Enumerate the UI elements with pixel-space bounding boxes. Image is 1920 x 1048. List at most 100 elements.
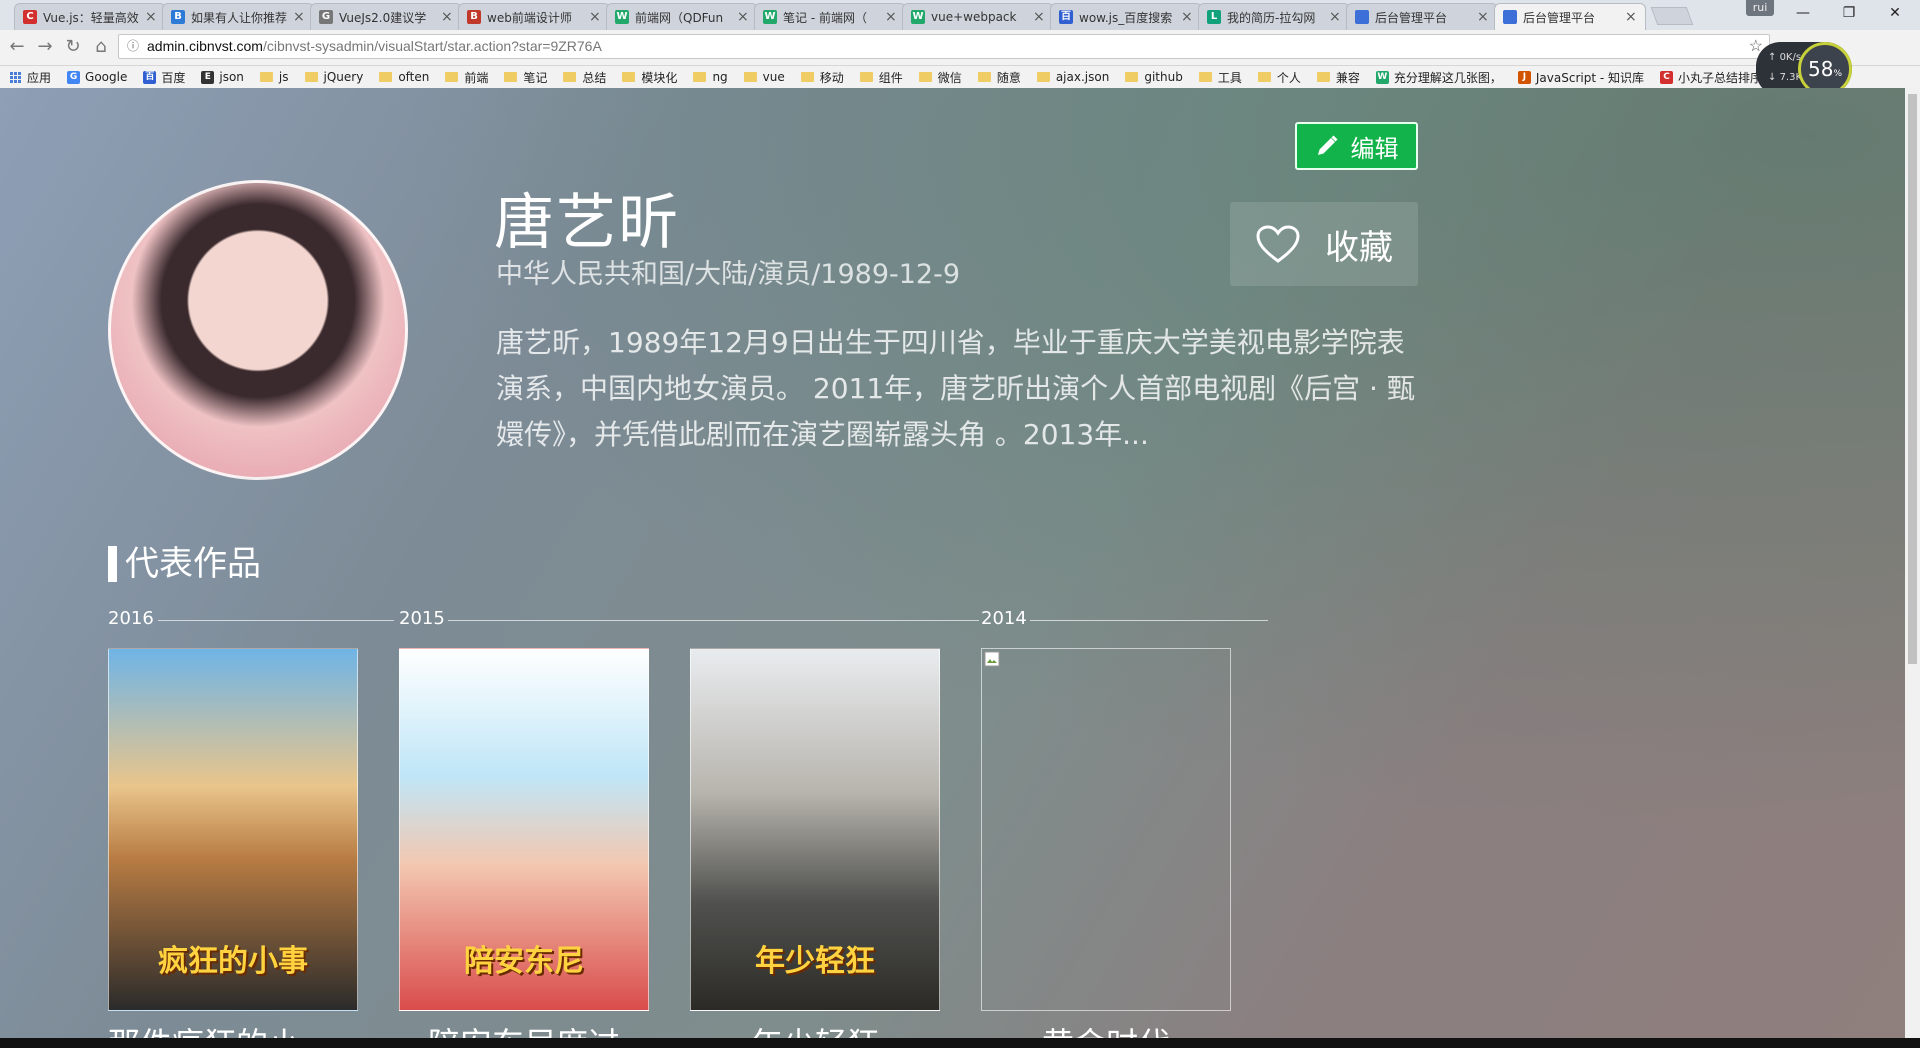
work-item[interactable]: 陪安东尼 陪安东尼度过 (399, 648, 649, 1038)
minimize-icon[interactable]: — (1780, 0, 1826, 26)
browser-tab[interactable]: W 前端网（QDFun × (606, 3, 758, 30)
work-title[interactable]: 黄金时代 (981, 1019, 1231, 1038)
tab-close-icon[interactable]: × (1181, 10, 1193, 24)
work-item[interactable]: 疯狂的小事 那件疯狂的小 (108, 648, 358, 1038)
folder-icon (918, 72, 932, 82)
work-poster[interactable]: 陪安东尼 (399, 648, 649, 1011)
bookmark-label: 组件 (878, 70, 903, 85)
browser-tab[interactable]: Bweb前端设计师 × (458, 3, 610, 30)
star-meta: 中华人民共和国/大陆/演员/1989-12-9 (496, 259, 961, 290)
favorite-button[interactable]: 收藏 (1230, 202, 1418, 286)
bookmark-label: 随意 (996, 70, 1021, 85)
bookmark-label: json (219, 70, 244, 84)
folder-icon (259, 72, 273, 82)
site-favicon-icon: E (201, 70, 215, 84)
bookmark-item[interactable]: ajax.json (1036, 70, 1110, 84)
timeline-year: 2016 (108, 608, 154, 629)
browser-tab[interactable]: 后台管理平台 × (1494, 3, 1646, 30)
work-item[interactable]: 黄金时代 (981, 648, 1231, 1038)
folder-icon (1036, 72, 1050, 82)
home-icon[interactable]: ⌂ (90, 36, 112, 58)
new-tab-button[interactable] (1650, 7, 1694, 25)
profile-badge[interactable]: rui (1746, 0, 1774, 16)
bookmark-item[interactable]: 百百度 (143, 69, 185, 86)
work-poster[interactable]: 年少轻狂 (690, 648, 940, 1011)
timeline-line (158, 620, 394, 621)
work-title[interactable]: 那件疯狂的小 (108, 1019, 358, 1038)
bookmark-item[interactable]: G Google (67, 70, 127, 84)
tab-close-icon[interactable]: × (1477, 10, 1489, 24)
folder-icon (304, 72, 318, 82)
bookmark-item[interactable]: 应用 (10, 69, 51, 86)
tab-close-icon[interactable]: × (1033, 10, 1045, 24)
tab-title: 笔记 - 前端网（ (783, 10, 867, 25)
tab-strip: C Vue.js：轻量高效 × B 如果有人让你推荐 × G VueJs2.0建议学 × Bweb… (0, 0, 1920, 30)
bookmark-item[interactable]: 微信 (918, 69, 962, 86)
tab-close-icon[interactable]: × (293, 10, 305, 24)
tab-close-icon[interactable]: × (145, 10, 157, 24)
browser-tab[interactable]: 后台管理平台 × (1346, 3, 1498, 30)
works-timeline: 2016 2015 2014 (108, 608, 1268, 634)
page-scrollbar[interactable] (1905, 88, 1920, 1038)
tab-close-icon[interactable]: × (589, 10, 601, 24)
folder-icon (1316, 72, 1330, 82)
folder-icon (800, 72, 814, 82)
works-section-title: 代表作品 (108, 546, 261, 582)
bookmark-item[interactable]: W 充分理解这几张图， (1375, 69, 1502, 86)
browser-tab[interactable]: Wvue+webpack × (902, 3, 1054, 30)
tab-title: 我的简历-拉勾网 (1227, 10, 1316, 25)
bookmark-item[interactable]: 个人 (1257, 69, 1301, 86)
bookmark-item[interactable]: 前端 (445, 69, 488, 86)
work-poster[interactable]: 疯狂的小事 (108, 648, 358, 1011)
tab-close-icon[interactable]: × (885, 10, 897, 24)
reload-icon[interactable]: ↻ (62, 36, 84, 58)
work-title[interactable]: 年少轻狂 (690, 1019, 940, 1038)
folder-icon (445, 72, 459, 82)
bookmark-item[interactable]: vue (743, 70, 785, 84)
bookmark-item[interactable]: github (1125, 70, 1183, 84)
bookmark-item[interactable]: Ejson (201, 70, 244, 84)
browser-tab[interactable]: W 笔记 - 前端网（ × (754, 3, 906, 30)
edit-button-label: 编辑 (1350, 134, 1399, 163)
work-item[interactable]: 年少轻狂 年少轻狂 (690, 648, 940, 1038)
bookmark-label: often (398, 70, 430, 84)
tab-favicon-icon: C (23, 10, 37, 24)
tab-close-icon[interactable]: × (1329, 10, 1341, 24)
bookmark-item[interactable]: 总结 (563, 69, 606, 86)
page-info-icon[interactable]: ⓘ (127, 35, 139, 58)
bookmark-item[interactable]: 组件 (859, 69, 903, 86)
bookmark-label: vue (762, 70, 785, 84)
bookmark-item[interactable]: 随意 (977, 69, 1021, 86)
tab-close-icon[interactable]: × (1625, 10, 1637, 24)
back-icon[interactable]: ← (6, 36, 28, 58)
bookmark-label: 前端 (464, 70, 489, 85)
bookmark-item[interactable]: 移动 (800, 69, 844, 86)
work-title[interactable]: 陪安东尼度过 (399, 1019, 649, 1038)
bookmark-item[interactable]: 工具 (1198, 69, 1242, 86)
bookmark-item[interactable]: 模块化 (622, 69, 677, 86)
address-bar[interactable]: ⓘ admin.cibnvst.com/cibnvst-sysadmin/vis… (118, 34, 1770, 59)
tab-close-icon[interactable]: × (441, 10, 453, 24)
tab-close-icon[interactable]: × (737, 10, 749, 24)
bookmark-item[interactable]: J JavaScript - 知识库 (1517, 69, 1644, 86)
bookmark-item[interactable]: jQuery (304, 70, 363, 84)
forward-icon[interactable]: → (34, 36, 56, 58)
browser-tab[interactable]: C Vue.js：轻量高效 × (14, 3, 166, 30)
browser-tab[interactable]: B 如果有人让你推荐 × (162, 3, 314, 30)
bookmark-item[interactable]: js (259, 70, 289, 84)
browser-tab[interactable]: L 我的简历-拉勾网 × (1198, 3, 1350, 30)
browser-tab[interactable]: G VueJs2.0建议学 × (310, 3, 462, 30)
bookmark-item[interactable]: often (379, 70, 429, 84)
edit-button[interactable]: 编辑 (1295, 122, 1418, 170)
upload-speed: ↑ 0K/s (1768, 52, 1802, 63)
bookmark-item[interactable]: ng (693, 70, 728, 84)
browser-tab[interactable]: 百 wow.js_百度搜索 × (1050, 3, 1202, 30)
bookmark-item[interactable]: 兼容 (1316, 69, 1360, 86)
bookmark-label: ajax.json (1055, 70, 1110, 84)
scrollbar-thumb[interactable] (1908, 94, 1917, 664)
site-favicon-icon: 百 (143, 70, 157, 84)
close-window-icon[interactable]: ✕ (1872, 0, 1918, 26)
bookmark-item[interactable]: 笔记 (504, 69, 547, 86)
work-poster[interactable] (981, 648, 1231, 1011)
restore-icon[interactable]: ❐ (1826, 0, 1872, 26)
